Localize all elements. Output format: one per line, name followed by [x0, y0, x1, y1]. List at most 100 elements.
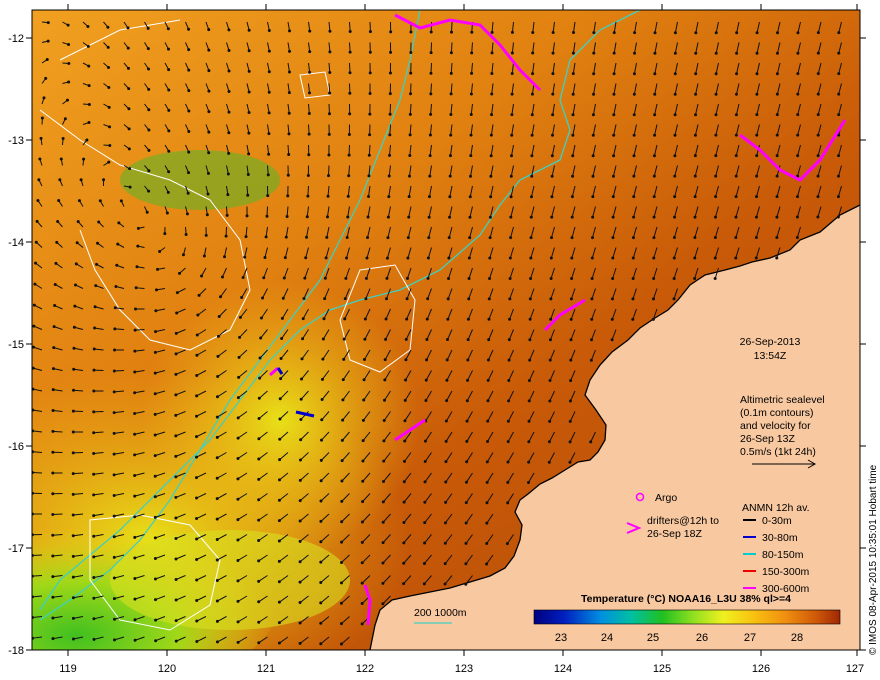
velocity-arrow-head: [133, 432, 137, 436]
velocity-arrow-head: [591, 133, 595, 137]
velocity-arrow-head: [714, 195, 718, 199]
velocity-arrow-head: [320, 377, 324, 381]
velocity-arrow-head: [304, 256, 308, 260]
velocity-arrow-head: [366, 215, 370, 219]
velocity-arrow-head: [632, 113, 636, 117]
velocity-arrow-head: [56, 219, 60, 223]
velocity-arrow-head: [133, 391, 137, 395]
velocity-arrow-head: [550, 174, 554, 178]
velocity-arrow-head: [449, 133, 453, 137]
velocity-arrow-head: [383, 398, 387, 402]
velocity-arrow-head: [713, 215, 717, 219]
velocity-arrow-head: [568, 440, 572, 444]
velocity-arrow-head: [92, 617, 96, 621]
velocity-arrow-head: [175, 311, 179, 315]
velocity-arrow-head: [406, 236, 410, 240]
drifters-label-line: 26-Sep 18Z: [647, 528, 702, 540]
velocity-arrow-head: [509, 215, 513, 219]
velocity-arrow-head: [217, 314, 221, 318]
velocity-arrow-head: [51, 616, 55, 620]
velocity-arrow-head: [368, 50, 372, 54]
velocity-arrow-head: [424, 378, 428, 382]
velocity-arrow-head: [490, 51, 494, 55]
velocity-arrow-head: [837, 92, 841, 96]
velocity-arrow-head: [591, 195, 595, 199]
velocity-arrow-head: [528, 317, 532, 321]
velocity-arrow-head: [301, 317, 305, 321]
velocity-arrow-head: [74, 283, 78, 287]
velocity-arrow-head: [388, 153, 392, 157]
velocity-arrow-head: [487, 317, 491, 321]
velocity-arrow-head: [591, 113, 595, 117]
velocity-arrow-head: [571, 154, 575, 158]
velocity-arrow-head: [195, 558, 199, 562]
velocity-arrow-head: [652, 154, 656, 158]
velocity-arrow-head: [714, 133, 718, 137]
velocity-arrow-head: [382, 459, 386, 463]
velocity-arrow-head: [167, 88, 171, 92]
velocity-arrow-head: [187, 48, 191, 52]
velocity-arrow-head: [259, 336, 263, 340]
y-tick-label: -17: [8, 543, 24, 555]
velocity-arrow-head: [569, 379, 573, 383]
velocity-arrow-head: [775, 92, 779, 96]
velocity-arrow-head: [837, 72, 841, 76]
velocity-arrow-head: [133, 577, 137, 581]
velocity-arrow-head: [195, 496, 199, 500]
velocity-arrow-head: [776, 31, 780, 35]
velocity-arrow-head: [107, 105, 111, 109]
velocity-arrow-head: [507, 358, 511, 362]
velocity-arrow-head: [278, 478, 282, 482]
argo-label: Argo: [655, 492, 677, 504]
velocity-arrow-head: [653, 133, 657, 137]
velocity-arrow-head: [490, 113, 494, 117]
velocity-arrow-head: [488, 215, 492, 219]
velocity-arrow-head: [345, 256, 349, 260]
velocity-arrow-head: [287, 132, 291, 136]
velocity-arrow-head: [448, 215, 452, 219]
velocity-arrow-head: [403, 398, 407, 402]
velocity-arrow-head: [485, 480, 489, 484]
velocity-arrow-head: [257, 457, 261, 461]
velocity-arrow-head: [308, 29, 312, 33]
colorbar-tick-label: 27: [744, 632, 756, 644]
velocity-arrow-head: [133, 556, 137, 560]
velocity-arrow-head: [510, 51, 514, 55]
velocity-arrow-head: [694, 92, 698, 96]
velocity-arrow-head: [714, 72, 718, 76]
velocity-arrow-head: [215, 517, 219, 521]
velocity-arrow-head: [40, 116, 44, 120]
velocity-arrow-head: [490, 71, 494, 75]
velocity-arrow-head: [319, 479, 323, 483]
velocity-arrow-head: [187, 171, 191, 175]
velocity-arrow-head: [174, 516, 178, 520]
velocity-arrow-head: [529, 236, 533, 240]
velocity-arrow-head: [445, 399, 449, 403]
velocity-arrow-head: [713, 276, 717, 280]
velocity-arrow-head: [694, 31, 698, 35]
velocity-arrow-head: [126, 46, 130, 50]
velocity-arrow-head: [382, 480, 386, 484]
velocity-arrow-head: [258, 376, 262, 380]
velocity-arrow-head: [215, 435, 219, 439]
velocity-arrow-head: [277, 580, 281, 584]
velocity-arrow-head: [381, 500, 385, 504]
velocity-arrow-head: [308, 91, 312, 95]
velocity-arrow-head: [775, 174, 779, 178]
velocity-arrow-head: [549, 297, 553, 301]
velocity-arrow-head: [611, 276, 615, 280]
velocity-arrow-head: [112, 411, 116, 415]
velocity-arrow-head: [71, 575, 75, 579]
velocity-arrow-head: [71, 513, 75, 517]
velocity-arrow-head: [247, 131, 251, 135]
velocity-arrow-head: [368, 112, 372, 116]
velocity-arrow-head: [307, 132, 311, 136]
velocity-arrow-head: [95, 262, 99, 266]
velocity-arrow-head: [236, 436, 240, 440]
velocity-arrow-head: [592, 31, 596, 35]
velocity-arrow-head: [590, 256, 594, 260]
velocity-arrow-head: [754, 236, 758, 240]
velocity-arrow-head: [468, 195, 472, 199]
velocity-arrow-head: [85, 138, 89, 142]
velocity-arrow-head: [464, 541, 468, 545]
